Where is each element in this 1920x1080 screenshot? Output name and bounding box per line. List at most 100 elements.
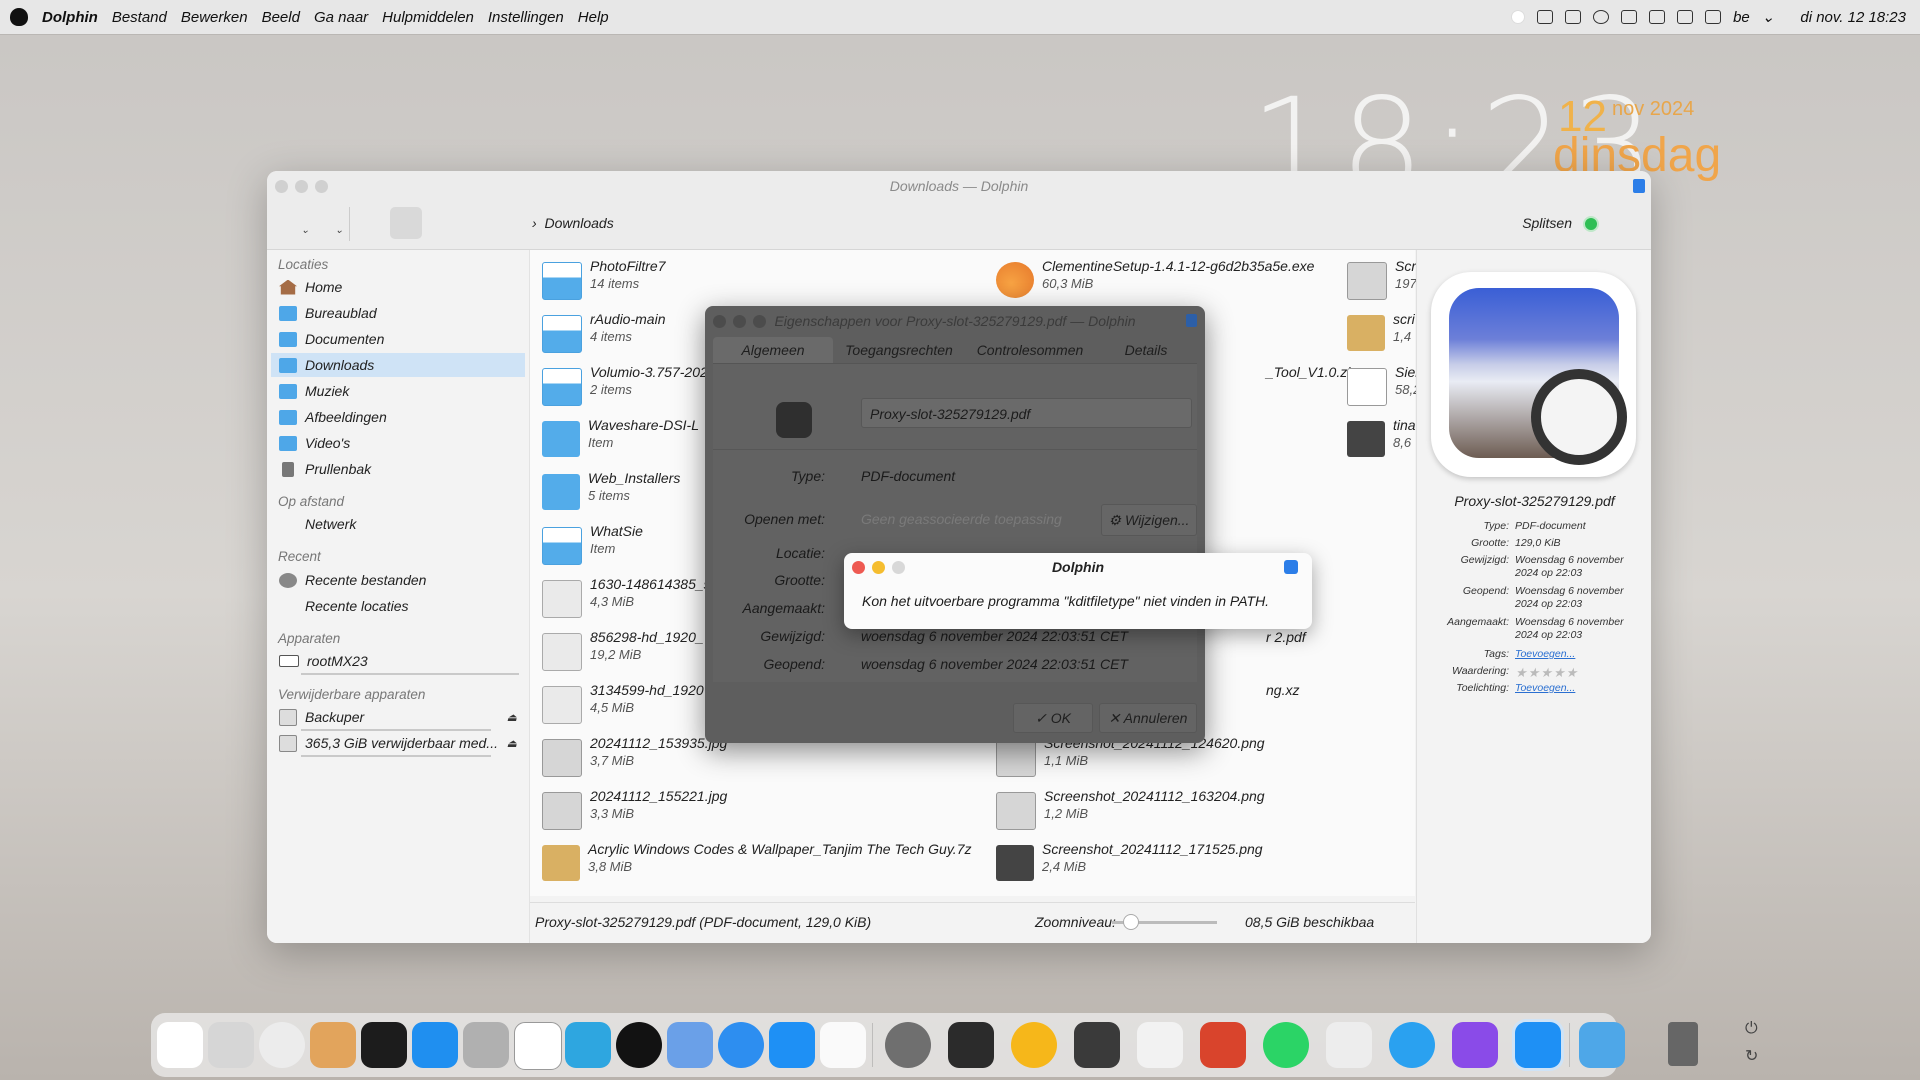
sidebar-item-recent-locations[interactable]: Recente locaties xyxy=(271,594,525,618)
chevron-down-icon[interactable]: ⌄ xyxy=(1762,8,1775,26)
launchpad-icon[interactable] xyxy=(157,1022,203,1068)
activity-monitor-icon[interactable] xyxy=(361,1022,407,1068)
sidebar-item-backuper[interactable]: Backuper ⏏ xyxy=(271,705,525,729)
view-mode-button[interactable] xyxy=(390,207,422,239)
raspberry-pi-icon[interactable] xyxy=(1200,1022,1246,1068)
forward-arrow-icon[interactable]: ⌄ xyxy=(335,225,343,236)
file-item[interactable]: Waveshare-DSI-L Item xyxy=(542,417,699,467)
zoom-slider[interactable] xyxy=(1112,914,1217,930)
file-item[interactable]: r 2.pdf xyxy=(1266,629,1306,679)
menu-bestand[interactable]: Bestand xyxy=(112,9,167,26)
firefox-icon[interactable] xyxy=(1452,1022,1498,1068)
file-item[interactable]: Screenshot_20241112_171525.png 2,4 MiB xyxy=(996,841,1263,891)
lock-icon[interactable] xyxy=(1705,10,1722,24)
maximize-button[interactable] xyxy=(753,315,766,328)
system-settings-icon[interactable] xyxy=(885,1022,931,1068)
calculator-icon[interactable] xyxy=(1074,1022,1120,1068)
pdf-file-icon[interactable] xyxy=(776,402,812,438)
free-space[interactable]: 08,5 GiB beschikbaa xyxy=(1245,914,1374,930)
split-button[interactable]: Splitsen xyxy=(1522,215,1572,231)
file-item[interactable]: Sier 58,2 xyxy=(1347,364,1420,414)
package-icon[interactable] xyxy=(310,1022,356,1068)
file-item[interactable]: tina 8,6 xyxy=(1347,417,1416,467)
vlc-warning-icon[interactable] xyxy=(1011,1022,1057,1068)
screenshot-icon[interactable] xyxy=(1326,1022,1372,1068)
downloads-stack-icon[interactable] xyxy=(1579,1022,1625,1068)
eject-icon[interactable]: ⏏ xyxy=(507,737,517,750)
filename-field[interactable]: Proxy-slot-325279129.pdf xyxy=(861,398,1192,428)
file-item[interactable]: Acrylic Windows Codes & Wallpaper_Tanjim… xyxy=(542,841,971,891)
sidebar-item-netwerk[interactable]: Netwerk xyxy=(271,512,525,536)
menu-bewerken[interactable]: Bewerken xyxy=(181,9,248,26)
close-button[interactable] xyxy=(713,315,726,328)
properties-titlebar[interactable]: Eigenschappen voor Proxy-slot-325279129.… xyxy=(705,306,1205,336)
clock-app-icon[interactable] xyxy=(259,1022,305,1068)
power-button-icon[interactable]: ⏻ xyxy=(1745,1020,1758,1038)
tab-algemeen[interactable]: Algemeen xyxy=(713,337,833,363)
rating-stars[interactable]: ★★★★★ xyxy=(1515,665,1578,681)
file-item[interactable]: Volumio-3.757-202 2 items xyxy=(542,364,708,414)
siemens-logo-icon[interactable] xyxy=(514,1022,562,1070)
minimize-button[interactable] xyxy=(733,315,746,328)
sidebar-item-downloads[interactable]: Downloads xyxy=(271,353,525,377)
file-item[interactable]: 856298-hd_1920_ 19,2 MiB xyxy=(542,629,704,679)
dolphin-dock-icon[interactable] xyxy=(1515,1022,1561,1068)
sidebar-item-afbeeldingen[interactable]: Afbeeldingen xyxy=(271,405,525,429)
refresh-icon[interactable]: ↻ xyxy=(1745,1046,1758,1066)
window-titlebar[interactable]: Downloads — Dolphin xyxy=(267,171,1651,201)
battery-icon[interactable] xyxy=(1649,10,1666,24)
tab-controlesommen[interactable]: Controlesommen xyxy=(965,337,1095,363)
app-store-icon[interactable] xyxy=(412,1022,458,1068)
terminal-tray-icon[interactable] xyxy=(1537,10,1554,24)
sidebar-item-removable-media[interactable]: 365,3 GiB verwijderbaar med... ⏏ xyxy=(271,731,525,755)
cancel-button[interactable]: ✕ Annuleren xyxy=(1099,703,1197,733)
file-item[interactable]: ClementineSetup-1.4.1-12-g6d2b35a5e.exe 6… xyxy=(996,258,1314,308)
add-tags-link[interactable]: Toevoegen... xyxy=(1515,648,1647,661)
sidebar-item-bureaublad[interactable]: Bureaublad xyxy=(271,301,525,325)
file-item[interactable]: PhotoFiltre7 14 items xyxy=(542,258,665,308)
media-pause-icon[interactable] xyxy=(1593,10,1610,24)
file-item[interactable]: scri 1,4 xyxy=(1347,311,1415,361)
photos-icon[interactable] xyxy=(820,1022,866,1068)
preview-app-icon[interactable] xyxy=(667,1022,713,1068)
safari-compass-icon[interactable] xyxy=(1389,1022,1435,1068)
menu-ga-naar[interactable]: Ga naar xyxy=(314,9,368,26)
sidebar-item-recent-files[interactable]: Recente bestanden xyxy=(271,568,525,592)
safari-icon[interactable] xyxy=(718,1022,764,1068)
clipboard-icon[interactable] xyxy=(1565,10,1582,24)
trash-dock-icon[interactable] xyxy=(1668,1022,1698,1066)
apple-logo-icon[interactable] xyxy=(10,8,28,26)
terminal-icon[interactable] xyxy=(948,1022,994,1068)
file-item[interactable]: Screenshot_20241112_163204.png 1,2 MiB xyxy=(996,788,1265,838)
keyboard-layout[interactable]: be xyxy=(1733,9,1750,26)
menubar-clock[interactable]: di nov. 12 18:23 xyxy=(1800,9,1906,26)
file-item[interactable]: Scre 197, xyxy=(1347,258,1424,308)
sidebar-item-prullenbak[interactable]: Prullenbak xyxy=(271,457,525,481)
file-item[interactable]: Web_Installers 5 items xyxy=(542,470,680,520)
sidebar-item-home[interactable]: Home xyxy=(271,275,525,299)
volume-icon[interactable] xyxy=(1621,10,1638,24)
menu-dolphin[interactable]: Dolphin xyxy=(42,9,98,26)
tab-toegangsrechten[interactable]: Toegangsrechten xyxy=(833,337,965,363)
menu-help[interactable]: Help xyxy=(578,9,609,26)
menu-instellingen[interactable]: Instellingen xyxy=(488,9,564,26)
telegram-icon[interactable] xyxy=(565,1022,611,1068)
ok-button[interactable]: ✓ OK xyxy=(1013,703,1093,733)
file-item[interactable]: 20241112_153935.jpg 3,7 MiB xyxy=(542,735,727,785)
menu-hulpmiddelen[interactable]: Hulpmiddelen xyxy=(382,9,474,26)
file-item[interactable]: 1630-148614385_s 4,3 MiB xyxy=(542,576,711,626)
menu-beeld[interactable]: Beeld xyxy=(262,9,300,26)
file-item[interactable]: 3134599-hd_1920 4,5 MiB xyxy=(542,682,704,732)
add-comment-link[interactable]: Toevoegen... xyxy=(1515,682,1647,695)
minimize-button[interactable] xyxy=(295,180,308,193)
file-item[interactable]: 20241112_155221.jpg 3,3 MiB xyxy=(542,788,727,838)
zoom-slider-handle[interactable] xyxy=(1122,914,1139,930)
sidebar-item-muziek[interactable]: Muziek xyxy=(271,379,525,403)
disk-utility-icon[interactable] xyxy=(463,1022,509,1068)
file-item[interactable]: rAudio-main 4 items xyxy=(542,311,665,361)
spotify-icon[interactable] xyxy=(616,1022,662,1068)
cloud-icon[interactable] xyxy=(1511,10,1526,24)
file-item[interactable]: _Tool_V1.0.zip xyxy=(1266,364,1358,414)
sidebar-item-videos[interactable]: Video's xyxy=(271,431,525,455)
change-button[interactable]: ⚙ Wijzigen... xyxy=(1101,504,1197,536)
